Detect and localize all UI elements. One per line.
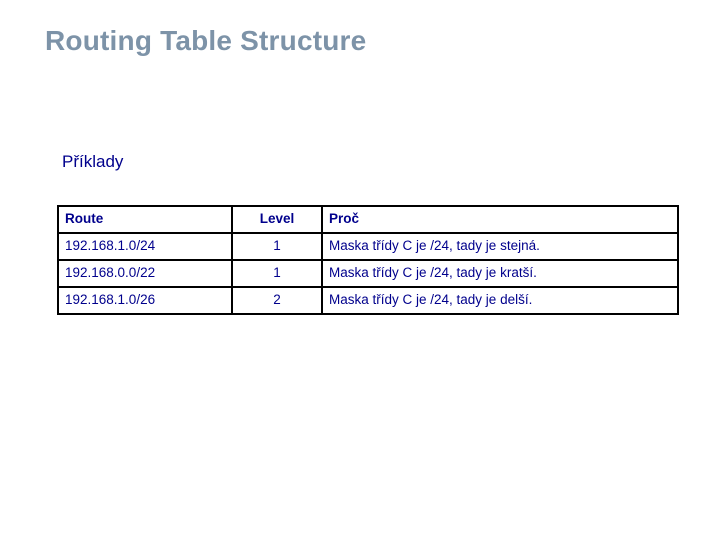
cell-level: 1 (231, 231, 323, 261)
cell-route: 192.168.1.0/26 (57, 285, 233, 315)
cell-reason: Maska třídy C je /24, tady je kratší. (321, 258, 679, 288)
column-header-reason: Proč (321, 205, 679, 234)
cell-level: 1 (231, 258, 323, 288)
cell-level: 2 (231, 285, 323, 315)
column-header-route: Route (57, 205, 233, 234)
cell-reason: Maska třídy C je /24, tady je stejná. (321, 231, 679, 261)
slide-canvas: Routing Table Structure Příklady Route L… (0, 0, 720, 540)
cell-route: 192.168.1.0/24 (57, 231, 233, 261)
page-title: Routing Table Structure (45, 25, 367, 56)
routing-table: Route Level Proč 192.168.1.0/24 1 Maska … (57, 205, 679, 315)
table-header-row: Route Level Proč (57, 205, 679, 234)
table-row: 192.168.1.0/26 2 Maska třídy C je /24, t… (57, 285, 679, 315)
column-header-level: Level (231, 205, 323, 234)
section-label-priklady: Příklady (62, 152, 124, 171)
table-row: 192.168.0.0/22 1 Maska třídy C je /24, t… (57, 258, 679, 288)
cell-reason: Maska třídy C je /24, tady je delší. (321, 285, 679, 315)
table-row: 192.168.1.0/24 1 Maska třídy C je /24, t… (57, 231, 679, 261)
cell-route: 192.168.0.0/22 (57, 258, 233, 288)
